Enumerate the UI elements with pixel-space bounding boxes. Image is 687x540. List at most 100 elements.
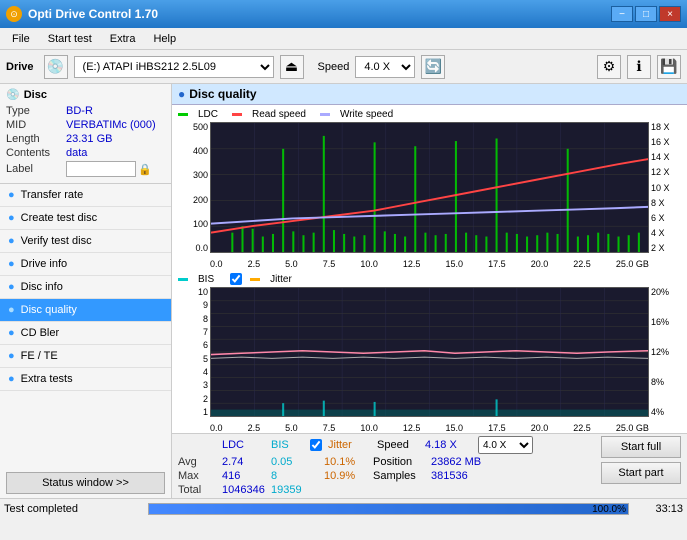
read-speed-legend-dot [232,113,242,116]
ldc-avg: 2.74 [222,456,267,468]
content-area: ● Disc quality LDC Read speed Write spee… [172,84,687,498]
statusbar: Test completed 100.0% 33:13 [0,498,687,518]
sidebar-item-cd-bler[interactable]: ● CD Bler [0,322,171,345]
write-speed-legend-dot [320,113,330,116]
speed-select[interactable]: 4.0 X [355,56,415,78]
sidebar-item-transfer-rate[interactable]: ● Transfer rate [0,184,171,207]
action-buttons: Start full Start part [601,436,681,484]
samples-value: 381536 [431,470,476,482]
chart1-legend: LDC Read speed Write speed [172,107,687,122]
disc-type-row: Type BD-R [6,105,165,117]
jitter-col-header: Jitter [328,439,363,451]
menu-extra[interactable]: Extra [102,31,144,47]
disc-length-label: Length [6,133,66,145]
drive-icon-btn[interactable]: 💿 [44,55,68,79]
disc-contents-value: data [66,147,87,159]
sidebar-item-label: Create test disc [21,212,97,224]
start-full-button[interactable]: Start full [601,436,681,458]
drive-select[interactable]: (E:) ATAPI iHBS212 2.5L09 [74,56,274,78]
sidebar-item-verify-test-disc[interactable]: ● Verify test disc [0,230,171,253]
disc-length-value: 23.31 GB [66,133,112,145]
speed-select-stats[interactable]: 4.0 X [478,436,533,454]
bis-total: 19359 [271,484,306,496]
disc-mid-row: MID VERBATIMc (000) [6,119,165,131]
stats-panel: LDC BIS Jitter Speed 4.18 X 4.0 X Avg 2.… [172,433,687,498]
verify-test-disc-icon: ● [8,235,15,247]
close-button[interactable]: × [659,6,681,22]
sidebar-item-create-test-disc[interactable]: ● Create test disc [0,207,171,230]
disc-info-panel: 💿 Disc Type BD-R MID VERBATIMc (000) Len… [0,84,171,184]
chart1-x-labels: 0.0 2.5 5.0 7.5 10.0 12.5 15.0 17.5 20.0… [210,259,649,269]
drive-info-icon: ● [8,258,15,270]
charts-area: LDC Read speed Write speed 500 400 300 2… [172,105,687,498]
disc-type-label: Type [6,105,66,117]
sidebar-item-disc-info[interactable]: ● Disc info [0,276,171,299]
sidebar-item-label: FE / TE [21,350,58,362]
menu-help[interactable]: Help [145,31,184,47]
disc-contents-row: Contents data [6,147,165,159]
sidebar-item-fe-te[interactable]: ● FE / TE [0,345,171,368]
eject-button[interactable]: ⏏ [280,55,304,79]
disc-quality-header-icon: ● [178,87,185,101]
chart2-wrapper: BIS Jitter 10 9 8 7 6 5 4 [172,269,687,433]
start-part-button[interactable]: Start part [601,462,681,484]
sidebar-item-label: Verify test disc [21,235,92,247]
sidebar: 💿 Disc Type BD-R MID VERBATIMc (000) Len… [0,84,172,498]
chart2-area: 10 9 8 7 6 5 4 3 2 1 20% 16% [174,287,685,433]
disc-type-value: BD-R [66,105,93,117]
transfer-rate-icon: ● [8,189,15,201]
menu-file[interactable]: File [4,31,38,47]
drive-label: Drive [6,61,34,73]
stats-header-row: LDC BIS Jitter Speed 4.18 X 4.0 X [178,436,533,454]
write-speed-legend-label: Write speed [340,109,393,120]
bis-avg: 0.05 [271,456,306,468]
refresh-button[interactable]: 🔄 [421,55,445,79]
avg-label: Avg [178,456,218,468]
settings-button[interactable]: ⚙ [597,55,621,79]
sidebar-item-label: Drive info [21,258,67,270]
jitter-checkbox[interactable] [230,273,242,285]
speed-val-header: 4.18 X [425,439,470,451]
disc-length-row: Length 23.31 GB [6,133,165,145]
jitter-legend-dot [250,278,260,281]
progress-bar-container: 100.0% [148,503,629,515]
chart1-wrapper: LDC Read speed Write speed 500 400 300 2… [172,105,687,269]
minimize-button[interactable]: − [611,6,633,22]
ldc-total: 1046346 [222,484,267,496]
chart2-y-right: 20% 16% 12% 8% 4% [649,287,685,417]
samples-label: Samples [373,470,423,482]
disc-mid-value: VERBATIMc (000) [66,119,156,131]
menubar: File Start test Extra Help [0,28,687,50]
read-speed-legend-label: Read speed [252,109,306,120]
disc-info-icon: ● [8,281,15,293]
toolbar: Drive 💿 (E:) ATAPI iHBS212 2.5L09 ⏏ Spee… [0,50,687,84]
status-window-button[interactable]: Status window >> [6,472,165,494]
disc-contents-label: Contents [6,147,66,159]
save-button[interactable]: 💾 [657,55,681,79]
menu-start-test[interactable]: Start test [40,31,100,47]
chart2-legend: BIS Jitter [172,271,687,287]
disc-label-label: Label [6,163,66,175]
disc-quality-icon: ● [8,304,15,316]
info-button[interactable]: ℹ [627,55,651,79]
restore-button[interactable]: □ [635,6,657,22]
sidebar-item-label: Disc quality [21,304,77,316]
disc-mid-label: MID [6,119,66,131]
titlebar-left: ⊙ Opti Drive Control 1.70 [6,6,158,22]
position-value: 23862 MB [431,456,481,468]
disc-panel-header: 💿 Disc [6,88,165,101]
titlebar: ⊙ Opti Drive Control 1.70 − □ × [0,0,687,28]
sidebar-item-disc-quality[interactable]: ● Disc quality [0,299,171,322]
jitter-legend-label: Jitter [270,274,292,285]
total-row: Total 1046346 19359 [178,484,533,496]
chart1-y-right: 18 X 16 X 14 X 12 X 10 X 8 X 6 X 4 X 2 X [649,122,685,253]
jitter-stat-checkbox[interactable] [310,439,322,451]
disc-label-input[interactable] [66,161,136,177]
sidebar-item-drive-info[interactable]: ● Drive info [0,253,171,276]
progress-bar-fill [149,504,628,514]
total-label: Total [178,484,218,496]
speed-header: Speed [377,439,417,451]
chart2-svg-area [210,287,649,417]
fe-te-icon: ● [8,350,15,362]
sidebar-item-extra-tests[interactable]: ● Extra tests [0,368,171,391]
